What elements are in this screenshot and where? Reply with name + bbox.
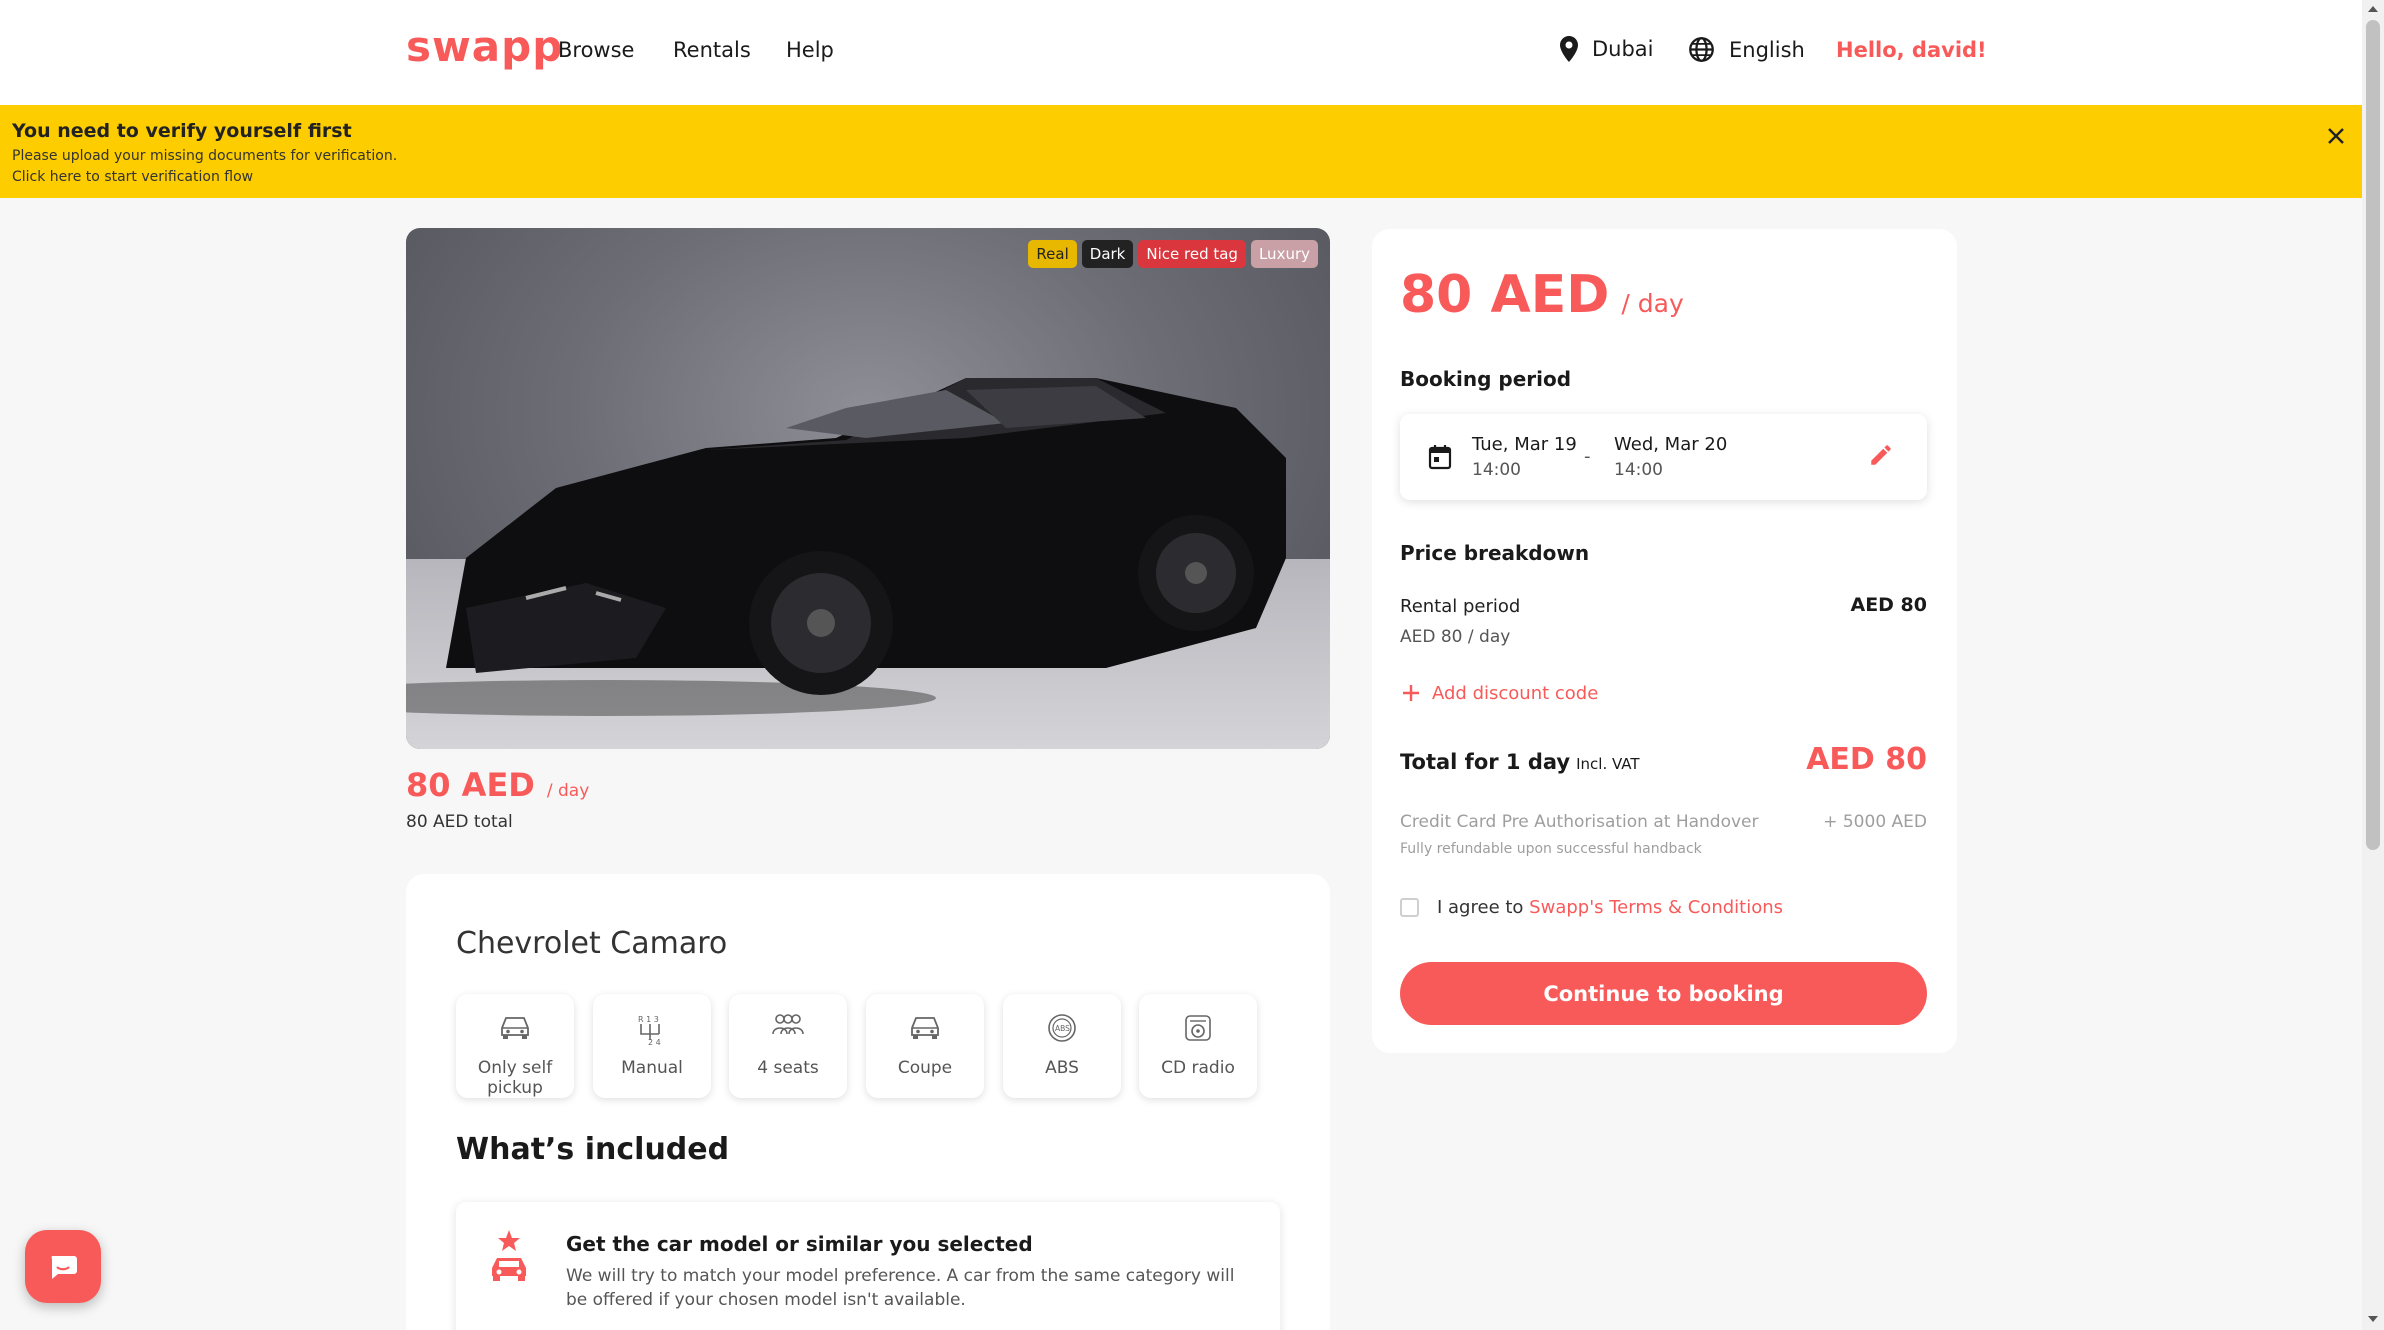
booking-period-title: Booking period (1400, 367, 1572, 391)
car-icon (911, 1017, 939, 1039)
seats-icon (772, 1014, 804, 1035)
feature-label: 4 seats (757, 1058, 819, 1078)
location-pin-icon (1560, 36, 1578, 62)
globe-icon (1689, 37, 1714, 62)
car-silhouette (406, 378, 1286, 716)
nav-browse[interactable]: Browse (558, 38, 634, 62)
nav-help[interactable]: Help (786, 38, 834, 62)
feature-self-pickup: Only self pickup (456, 994, 574, 1098)
vat-note: Incl. VAT (1576, 755, 1640, 773)
start-date: Tue, Mar 19 (1472, 434, 1577, 455)
svg-text:2 4: 2 4 (648, 1038, 661, 1046)
end-time: 14:00 (1614, 460, 1663, 480)
pencil-edit-icon[interactable] (1868, 442, 1894, 468)
plus-icon (1403, 685, 1419, 701)
chat-button[interactable] (25, 1230, 101, 1303)
car-name: Chevrolet Camaro (456, 926, 728, 961)
car-star-icon (492, 1230, 526, 1281)
start-time: 14:00 (1472, 460, 1521, 480)
booking-price: 80 AED / day (1400, 265, 1684, 325)
terms-checkbox[interactable] (1400, 898, 1419, 917)
location-selector[interactable]: Dubai (1560, 36, 1654, 62)
scrollbar-thumb[interactable] (2366, 20, 2380, 850)
feature-abs: ABS ABS (1003, 994, 1121, 1098)
calendar-icon (1428, 445, 1452, 470)
total-label-text: Total for 1 day (1400, 750, 1571, 774)
end-date: Wed, Mar 20 (1614, 434, 1728, 455)
banner-verification-link[interactable]: Click here to start verification flow (12, 169, 253, 185)
rental-rate: AED 80 / day (1400, 627, 1511, 647)
tag-nice-red: Nice red tag (1138, 240, 1246, 268)
car-icon (501, 1017, 529, 1039)
language-selector[interactable]: English (1688, 36, 1805, 63)
location-label: Dubai (1592, 37, 1654, 61)
tag-luxury: Luxury (1250, 240, 1318, 268)
top-header: swapp Browse Rentals Help Dubai English … (0, 0, 2362, 105)
swapp-logo[interactable]: swapp (406, 22, 563, 71)
radio-icon (1185, 1015, 1211, 1041)
date-separator: - (1584, 446, 1591, 467)
page-scrollbar[interactable] (2362, 0, 2384, 1330)
feature-label: Manual (621, 1058, 683, 1078)
preauth-value: + 5000 AED (1823, 812, 1927, 832)
included-item-card: Get the car model or similar you selecte… (456, 1202, 1280, 1330)
tag-real: Real (1028, 240, 1077, 268)
feature-seats: 4 seats (729, 994, 847, 1098)
scroll-down-arrow[interactable] (2368, 1316, 2378, 1322)
whats-included-title: What’s included (456, 1132, 730, 1167)
banner-title: You need to verify yourself first (12, 120, 352, 142)
close-icon[interactable] (2324, 124, 2348, 148)
language-label: English (1729, 37, 1805, 62)
booking-panel: 80 AED / day Booking period Tue, Mar 19 … (1372, 229, 1957, 1053)
add-discount-button[interactable]: Add discount code (1400, 682, 1598, 704)
car-photo: Real Dark Nice red tag Luxury (406, 228, 1330, 749)
verification-banner[interactable]: You need to verify yourself first Please… (0, 105, 2362, 198)
banner-message: Please upload your missing documents for… (12, 148, 398, 164)
feature-cd-radio: CD radio (1139, 994, 1257, 1098)
scroll-up-arrow[interactable] (2368, 6, 2378, 12)
add-discount-label: Add discount code (1432, 682, 1599, 704)
total-value: AED 80 (1806, 742, 1927, 777)
car-total-price: 80 AED total (406, 812, 513, 832)
total-label: Total for 1 day Incl. VAT (1400, 750, 1640, 774)
car-price: 80 AED / day (406, 766, 589, 804)
gearshift-icon: R 1 3 2 4 (638, 1015, 661, 1046)
price-breakdown-title: Price breakdown (1400, 541, 1590, 565)
included-item-title: Get the car model or similar you selecte… (566, 1232, 1033, 1256)
terms-agreement: I agree to Swapp's Terms & Conditions (1400, 897, 1783, 918)
feature-label: CD radio (1161, 1058, 1235, 1078)
feature-coupe: Coupe (866, 994, 984, 1098)
car-price-unit: / day (546, 781, 590, 801)
nav-rentals[interactable]: Rentals (673, 38, 751, 62)
user-greeting[interactable]: Hello, david! (1836, 38, 1987, 62)
rental-period-value: AED 80 (1850, 594, 1927, 616)
abs-icon: ABS (1048, 1014, 1076, 1042)
agree-text: I agree to (1437, 897, 1524, 918)
feature-label: ABS (1045, 1058, 1079, 1078)
booking-price-unit: / day (1621, 289, 1684, 318)
svg-text:R 1 3: R 1 3 (638, 1015, 659, 1024)
booking-period-selector[interactable]: Tue, Mar 19 14:00 - Wed, Mar 20 14:00 (1400, 414, 1927, 500)
car-price-amount: 80 AED (406, 766, 535, 804)
feature-manual: R 1 3 2 4 Manual (593, 994, 711, 1098)
feature-label: Only self pickup (477, 1058, 553, 1098)
rental-period-label: Rental period (1400, 596, 1521, 617)
preauth-note: Fully refundable upon successful handbac… (1400, 841, 1702, 857)
booking-price-amount: 80 AED (1400, 265, 1610, 325)
included-item-text: We will try to match your model preferen… (566, 1266, 1235, 1310)
feature-label: Coupe (897, 1058, 953, 1078)
tag-dark: Dark (1081, 240, 1134, 268)
preauth-label: Credit Card Pre Authorisation at Handove… (1400, 812, 1759, 832)
car-details-card: Chevrolet Camaro Only self pickup R 1 3 … (406, 874, 1330, 1330)
car-tags: Real Dark Nice red tag Luxury (1028, 240, 1318, 268)
terms-link[interactable]: Swapp's Terms & Conditions (1529, 897, 1783, 918)
svg-text:ABS: ABS (1055, 1024, 1070, 1033)
continue-to-booking-button[interactable]: Continue to booking (1400, 962, 1927, 1025)
chat-bubble-icon (51, 1255, 77, 1279)
